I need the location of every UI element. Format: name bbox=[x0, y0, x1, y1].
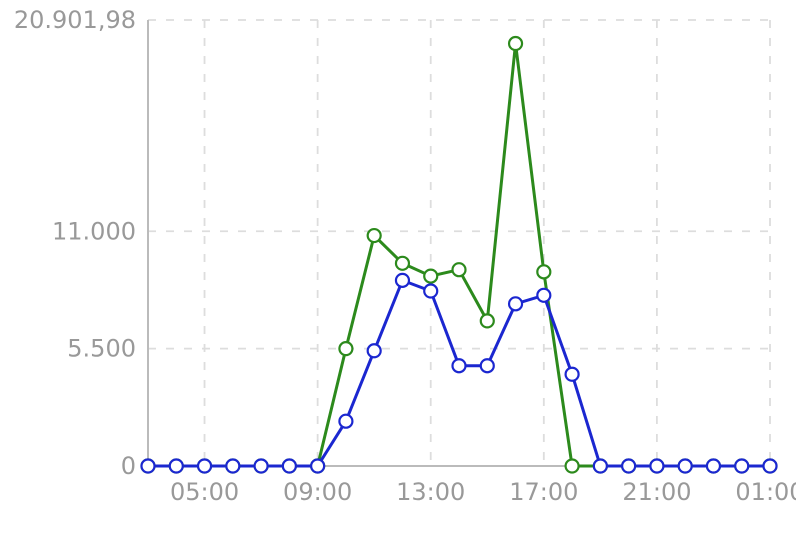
marker-blue bbox=[566, 368, 579, 381]
marker-blue bbox=[311, 460, 324, 473]
x-tick-label: 21:00 bbox=[622, 478, 691, 506]
marker-blue bbox=[198, 460, 211, 473]
x-tick-label: 05:00 bbox=[170, 478, 239, 506]
marker-blue bbox=[764, 460, 777, 473]
y-tick-label: 5.500 bbox=[67, 335, 136, 363]
x-tick-label: 09:00 bbox=[283, 478, 352, 506]
marker-blue bbox=[142, 460, 155, 473]
y-tick-label: 11.000 bbox=[52, 217, 136, 245]
marker-blue bbox=[170, 460, 183, 473]
marker-blue bbox=[255, 460, 268, 473]
marker-green bbox=[453, 263, 466, 276]
marker-blue bbox=[424, 285, 437, 298]
marker-blue bbox=[283, 460, 296, 473]
marker-blue bbox=[622, 460, 635, 473]
marker-blue bbox=[339, 415, 352, 428]
y-tick-label: 0 bbox=[121, 452, 136, 480]
marker-green bbox=[396, 257, 409, 270]
marker-green bbox=[537, 265, 550, 278]
marker-blue bbox=[679, 460, 692, 473]
marker-blue bbox=[396, 274, 409, 287]
line-chart: 0 5.500 11.000 20.901,98 05:00 09:00 13:00 17:0… bbox=[0, 0, 796, 536]
marker-green bbox=[566, 460, 579, 473]
marker-green bbox=[509, 37, 522, 50]
y-tick-label: 20.901,98 bbox=[14, 6, 136, 34]
marker-blue bbox=[735, 460, 748, 473]
marker-blue bbox=[509, 297, 522, 310]
x-tick-label: 13:00 bbox=[396, 478, 465, 506]
marker-blue bbox=[594, 460, 607, 473]
marker-blue bbox=[226, 460, 239, 473]
marker-blue bbox=[481, 359, 494, 372]
marker-green bbox=[424, 270, 437, 283]
marker-blue bbox=[650, 460, 663, 473]
marker-green bbox=[339, 342, 352, 355]
marker-blue bbox=[537, 289, 550, 302]
x-tick-label: 17:00 bbox=[509, 478, 578, 506]
x-tick-label: 01:00 bbox=[735, 478, 796, 506]
series-line-green bbox=[148, 44, 770, 466]
marker-blue bbox=[368, 344, 381, 357]
marker-blue bbox=[707, 460, 720, 473]
marker-green bbox=[368, 229, 381, 242]
marker-blue bbox=[453, 359, 466, 372]
marker-green bbox=[481, 314, 494, 327]
